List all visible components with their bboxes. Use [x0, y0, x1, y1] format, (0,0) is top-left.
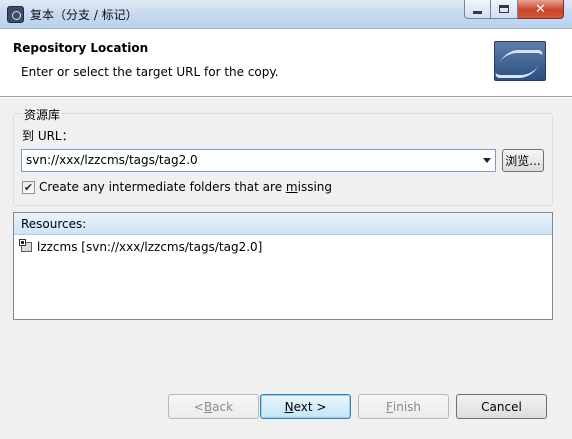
subversion-app-icon: [7, 6, 24, 23]
resource-label: lzzcms [svn://xxx/lzzcms/tags/tag2.0]: [37, 240, 263, 254]
url-combo-input[interactable]: svn://xxx/lzzcms/tags/tag2.0: [21, 149, 496, 172]
minimize-icon: [473, 10, 482, 14]
window-controls: ✕: [464, 0, 564, 20]
page-title: Repository Location: [13, 41, 149, 55]
url-label: 到 URL：: [22, 129, 74, 143]
close-button[interactable]: ✕: [518, 0, 564, 19]
page-description: Enter or select the target URL for the c…: [21, 65, 279, 79]
maximize-button[interactable]: [491, 0, 518, 19]
maximize-icon: [499, 5, 509, 13]
wizard-body: 资源库 到 URL： svn://xxx/lzzcms/tags/tag2.0 …: [0, 98, 572, 439]
chevron-down-icon[interactable]: [479, 150, 495, 171]
repository-group: 资源库 到 URL： svn://xxx/lzzcms/tags/tag2.0 …: [13, 106, 553, 206]
title-bar[interactable]: 复本（分支 / 标记） ✕: [0, 0, 572, 29]
window-title: 复本（分支 / 标记）: [30, 8, 138, 22]
browse-button[interactable]: 浏览...: [502, 149, 544, 172]
wizard-header: Repository Location Enter or select the …: [0, 29, 572, 97]
finish-button[interactable]: Finish: [358, 394, 449, 419]
create-folders-label[interactable]: Create any intermediate folders that are…: [39, 180, 332, 194]
create-folders-option[interactable]: ✔ Create any intermediate folders that a…: [22, 180, 332, 194]
url-value: svn://xxx/lzzcms/tags/tag2.0: [26, 153, 198, 167]
repository-group-legend: 资源库: [22, 106, 63, 123]
resources-header: Resources:: [14, 213, 552, 235]
back-button[interactable]: < Back: [168, 394, 259, 419]
checkmark-icon: ✔: [23, 180, 34, 194]
close-icon: ✕: [535, 1, 546, 17]
svn-wizard-banner-icon: [494, 41, 546, 81]
list-item[interactable]: lzzcms [svn://xxx/lzzcms/tags/tag2.0]: [19, 239, 262, 255]
resources-list[interactable]: Resources: lzzcms [svn://xxx/lzzcms/tags…: [13, 212, 553, 320]
resources-header-label: Resources:: [21, 217, 87, 231]
project-folder-icon: [19, 239, 35, 255]
create-folders-checkbox[interactable]: ✔: [22, 180, 35, 194]
minimize-button[interactable]: [464, 0, 491, 19]
cancel-button[interactable]: Cancel: [456, 394, 547, 419]
next-button[interactable]: Next >: [260, 394, 351, 419]
